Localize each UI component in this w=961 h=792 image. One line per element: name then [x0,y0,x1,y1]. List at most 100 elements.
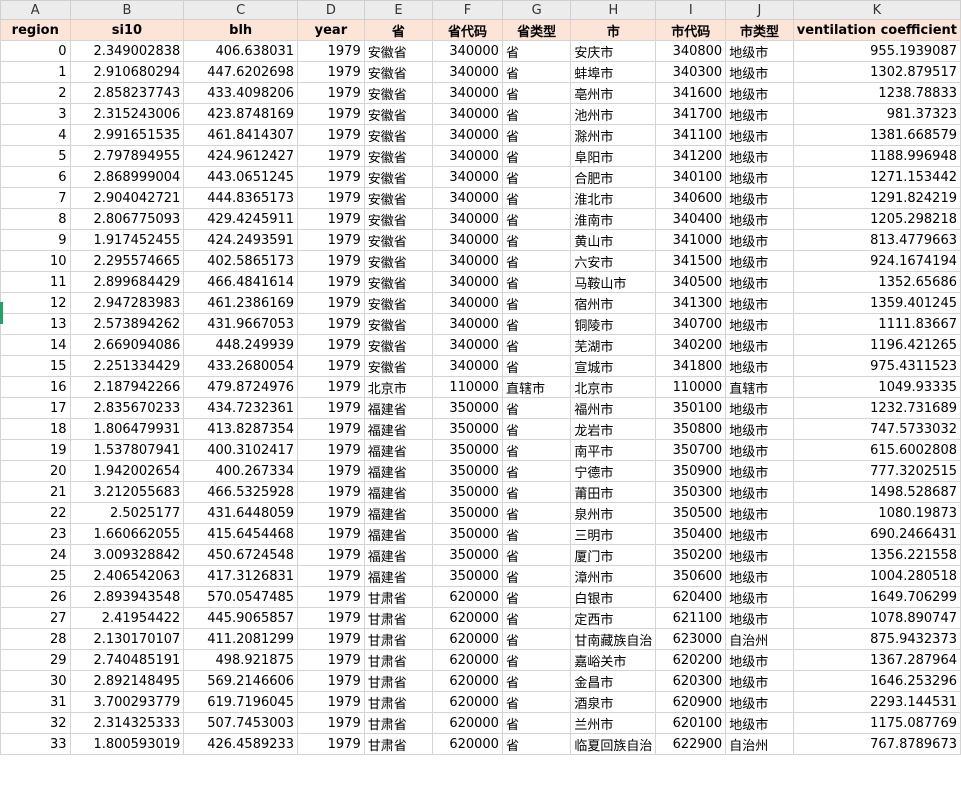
table-cell[interactable]: 省 [501,355,572,377]
table-cell[interactable]: 570.0547485 [183,586,299,608]
table-cell[interactable]: 450.6724548 [183,544,299,566]
table-cell[interactable]: 1979 [297,313,365,335]
table-cell[interactable]: 1649.706299 [792,586,961,608]
table-cell[interactable]: 1196.421265 [792,334,961,356]
table-cell[interactable]: 461.2386169 [183,292,299,314]
table-cell[interactable]: 17 [0,397,71,419]
table-cell[interactable]: 448.249939 [183,334,299,356]
table-cell[interactable]: 340800 [655,40,727,62]
table-cell[interactable]: 1271.153442 [792,166,961,188]
table-cell[interactable]: 569.2146606 [183,670,299,692]
table-cell[interactable]: 1188.996948 [792,145,961,167]
table-cell[interactable]: 省 [501,565,572,587]
table-cell[interactable]: 省 [501,40,572,62]
table-cell[interactable]: 福建省 [363,460,434,482]
column-letter-e[interactable]: E [363,0,434,20]
table-cell[interactable]: 地级市 [725,355,794,377]
table-cell[interactable]: 地级市 [725,544,794,566]
table-cell[interactable]: 福建省 [363,544,434,566]
table-cell[interactable]: 1359.401245 [792,292,961,314]
table-cell[interactable]: 省 [501,544,572,566]
table-cell[interactable]: 安徽省 [363,145,434,167]
table-cell[interactable]: 350000 [432,565,503,587]
table-cell[interactable]: 省 [501,502,572,524]
table-cell[interactable]: 620000 [432,649,503,671]
table-cell[interactable]: 滁州市 [570,124,657,146]
table-cell[interactable]: 340000 [432,103,503,125]
table-cell[interactable]: 省 [501,586,572,608]
table-cell[interactable]: 1049.93335 [792,376,961,398]
table-cell[interactable]: 1302.879517 [792,61,961,83]
table-cell[interactable]: 340000 [432,187,503,209]
table-cell[interactable]: 1979 [297,712,365,734]
table-cell[interactable]: 省 [501,733,572,755]
table-cell[interactable]: 340000 [432,145,503,167]
table-cell[interactable]: 安徽省 [363,208,434,230]
table-cell[interactable]: 金昌市 [570,670,657,692]
column-letter-d[interactable]: D [297,0,365,20]
table-cell[interactable]: 340000 [432,208,503,230]
table-cell[interactable]: 2293.144531 [792,691,961,713]
table-cell[interactable]: 340000 [432,355,503,377]
table-cell[interactable]: 地级市 [725,460,794,482]
table-cell[interactable]: 1979 [297,61,365,83]
table-cell[interactable]: 767.8789673 [792,733,961,755]
table-cell[interactable]: 1078.890747 [792,607,961,629]
table-cell[interactable]: 433.2680054 [183,355,299,377]
table-cell[interactable]: 1979 [297,691,365,713]
table-cell[interactable]: 1.942002654 [69,460,185,482]
table-cell[interactable]: 1979 [297,418,365,440]
table-cell[interactable]: 地级市 [725,712,794,734]
table-cell[interactable]: 福建省 [363,439,434,461]
table-cell[interactable]: 亳州市 [570,82,657,104]
table-cell[interactable]: 341100 [655,124,727,146]
table-cell[interactable]: 350500 [655,502,727,524]
table-cell[interactable]: 498.921875 [183,649,299,671]
table-cell[interactable]: 350000 [432,502,503,524]
header-cell[interactable]: 市代码 [655,19,727,41]
table-cell[interactable]: 429.4245911 [183,208,299,230]
header-cell[interactable]: blh [183,19,299,41]
table-cell[interactable]: 28 [0,628,71,650]
column-letter-c[interactable]: C [183,0,299,20]
table-cell[interactable]: 875.9432373 [792,628,961,650]
table-cell[interactable]: 110000 [432,376,503,398]
table-cell[interactable]: 嘉峪关市 [570,649,657,671]
table-cell[interactable]: 安徽省 [363,292,434,314]
table-cell[interactable]: 池州市 [570,103,657,125]
table-cell[interactable]: 620900 [655,691,727,713]
table-cell[interactable]: 620000 [432,712,503,734]
table-cell[interactable]: 16 [0,376,71,398]
table-cell[interactable]: 定西市 [570,607,657,629]
table-cell[interactable]: 350900 [655,460,727,482]
table-cell[interactable]: 620000 [432,733,503,755]
table-cell[interactable]: 安徽省 [363,313,434,335]
table-cell[interactable]: 地级市 [725,271,794,293]
table-cell[interactable]: 龙岩市 [570,418,657,440]
table-cell[interactable]: 924.1674194 [792,250,961,272]
table-cell[interactable]: 11 [0,271,71,293]
table-cell[interactable]: 1.800593019 [69,733,185,755]
table-cell[interactable]: 507.7453003 [183,712,299,734]
table-cell[interactable]: 省 [501,523,572,545]
table-cell[interactable]: 泉州市 [570,502,657,524]
table-cell[interactable]: 955.1939087 [792,40,961,62]
table-cell[interactable]: 省 [501,187,572,209]
table-cell[interactable]: 1205.298218 [792,208,961,230]
table-cell[interactable]: 地级市 [725,103,794,125]
column-letter-b[interactable]: B [69,0,185,20]
table-cell[interactable]: 6 [0,166,71,188]
table-cell[interactable]: 27 [0,607,71,629]
table-cell[interactable]: 406.638031 [183,40,299,62]
table-cell[interactable]: 690.2466431 [792,523,961,545]
table-cell[interactable]: 975.4311523 [792,355,961,377]
table-cell[interactable]: 2.314325333 [69,712,185,734]
table-cell[interactable]: 619.7196045 [183,691,299,713]
table-cell[interactable]: 省 [501,334,572,356]
table-cell[interactable]: 省 [501,229,572,251]
table-cell[interactable]: 340000 [432,166,503,188]
table-cell[interactable]: 443.0651245 [183,166,299,188]
table-cell[interactable]: 621100 [655,607,727,629]
table-cell[interactable]: 地级市 [725,334,794,356]
table-cell[interactable]: 23 [0,523,71,545]
